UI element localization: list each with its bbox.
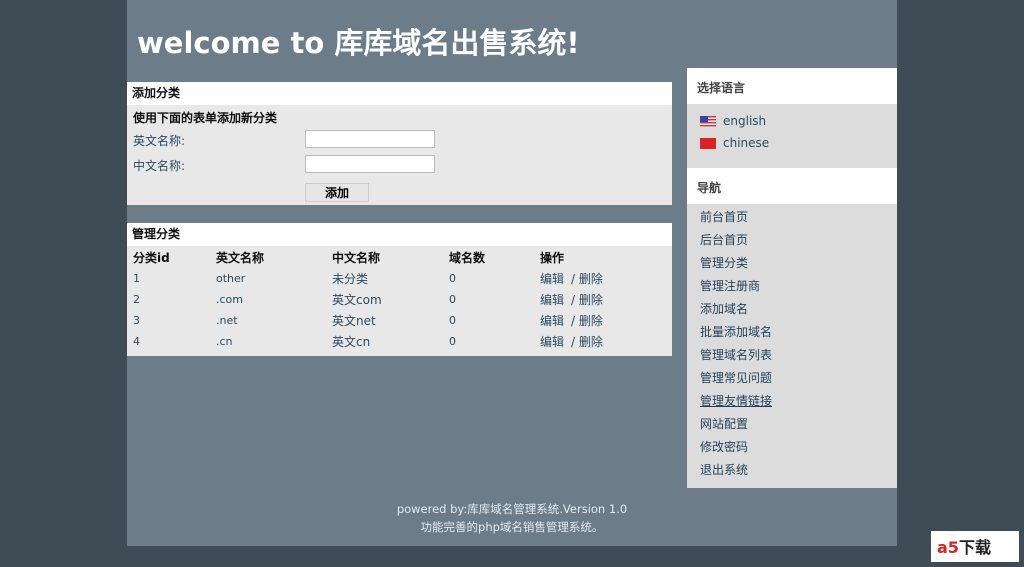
- delete-link[interactable]: / 删除: [571, 335, 603, 349]
- cell-count: 0: [449, 335, 456, 348]
- sidebar: 选择语言 english chinese 导航 前台首页 后台首页 管理分类 管理注册…: [687, 68, 897, 488]
- delete-link[interactable]: / 删除: [571, 272, 603, 286]
- nav-item[interactable]: 添加域名: [687, 298, 897, 321]
- cell-count: 0: [449, 293, 456, 306]
- cell-zh: 英文net: [332, 314, 376, 328]
- nav-item[interactable]: 网站配置: [687, 413, 897, 436]
- cell-id: 3: [133, 314, 140, 327]
- cell-zh: 英文com: [332, 293, 382, 307]
- table-row: 4 .cn 英文cn 0 编辑 / 删除: [127, 331, 672, 352]
- manage-category-panel: 管理分类 分类id 英文名称 中文名称 域名数 操作 1 other 未分类 0 编辑 …: [127, 223, 672, 356]
- lang-english[interactable]: english: [687, 110, 897, 132]
- footer-line2: 功能完善的php域名销售管理系统。: [420, 520, 604, 534]
- en-name-label: 英文名称:: [133, 134, 186, 148]
- cell-en: .net: [216, 314, 238, 327]
- panel-title: 添加分类: [127, 82, 672, 105]
- table-row: 3 .net 英文net 0 编辑 / 删除: [127, 310, 672, 331]
- nav-item[interactable]: 管理友情链接: [687, 390, 897, 413]
- edit-link[interactable]: 编辑: [540, 293, 564, 307]
- lang-chinese[interactable]: chinese: [687, 132, 897, 154]
- cn-flag-icon: [700, 137, 716, 149]
- page-container: welcome to 库库域名出售系统! 添加分类 使用下面的表单添加新分类 英…: [127, 0, 897, 546]
- cell-ops: 编辑 / 删除: [534, 289, 672, 310]
- col-count: 域名数: [449, 250, 486, 265]
- edit-link[interactable]: 编辑: [540, 314, 564, 328]
- col-en: 英文名称: [216, 250, 265, 265]
- nav-item[interactable]: 管理域名列表: [687, 344, 897, 367]
- lang-label: chinese: [723, 136, 770, 150]
- nav-item[interactable]: 批量添加域名: [687, 321, 897, 344]
- delete-link[interactable]: / 删除: [571, 314, 603, 328]
- lang-title: 选择语言: [687, 68, 897, 104]
- nav-item[interactable]: 前台首页: [687, 206, 897, 229]
- category-table: 分类id 英文名称 中文名称 域名数 操作 1 other 未分类 0 编辑 / 删除 2…: [127, 246, 672, 352]
- zh-name-input[interactable]: [305, 155, 435, 173]
- cell-count: 0: [449, 314, 456, 327]
- cell-en: .cn: [216, 335, 233, 348]
- zh-name-label: 中文名称:: [133, 159, 186, 173]
- lang-label: english: [723, 114, 767, 128]
- cell-count: 0: [449, 272, 456, 285]
- add-category-panel: 添加分类 使用下面的表单添加新分类 英文名称: 中文名称: 添加: [127, 82, 672, 205]
- nav-title: 导航: [687, 168, 897, 204]
- nav-item[interactable]: 管理常见问题: [687, 367, 897, 390]
- delete-link[interactable]: / 删除: [571, 293, 603, 307]
- cell-zh: 英文cn: [332, 335, 371, 349]
- cell-en: .com: [216, 293, 243, 306]
- cell-ops: 编辑 / 删除: [534, 310, 672, 331]
- table-row: 2 .com 英文com 0 编辑 / 删除: [127, 289, 672, 310]
- a5-watermark-logo: a5下载: [931, 531, 1019, 562]
- cell-id: 2: [133, 293, 140, 306]
- edit-link[interactable]: 编辑: [540, 335, 564, 349]
- cell-id: 1: [133, 272, 140, 285]
- col-ops: 操作: [540, 250, 565, 265]
- us-flag-icon: [700, 115, 716, 127]
- nav-item[interactable]: 后台首页: [687, 229, 897, 252]
- en-name-input[interactable]: [305, 130, 435, 148]
- nav-item[interactable]: 管理分类: [687, 252, 897, 275]
- table-row: 1 other 未分类 0 编辑 / 删除: [127, 268, 672, 289]
- nav-item[interactable]: 修改密码: [687, 436, 897, 459]
- nav-item[interactable]: 管理注册商: [687, 275, 897, 298]
- panel-title: 管理分类: [127, 223, 672, 246]
- cell-en: other: [216, 272, 246, 285]
- cell-ops: 编辑 / 删除: [534, 331, 672, 352]
- cell-ops: 编辑 / 删除: [534, 268, 672, 289]
- cell-zh: 未分类: [332, 272, 369, 286]
- col-id: 分类id: [133, 250, 170, 265]
- add-button[interactable]: 添加: [305, 183, 369, 202]
- edit-link[interactable]: 编辑: [540, 272, 564, 286]
- footer-line1: powered by:库库域名管理系统.Version 1.0: [396, 502, 628, 516]
- cell-id: 4: [133, 335, 140, 348]
- nav-item[interactable]: 退出系统: [687, 459, 897, 482]
- col-zh: 中文名称: [332, 250, 381, 265]
- footer: powered by:库库域名管理系统.Version 1.0 功能完善的php…: [127, 500, 897, 536]
- page-title: welcome to 库库域名出售系统!: [137, 26, 580, 60]
- form-subtitle: 使用下面的表单添加新分类: [133, 111, 278, 125]
